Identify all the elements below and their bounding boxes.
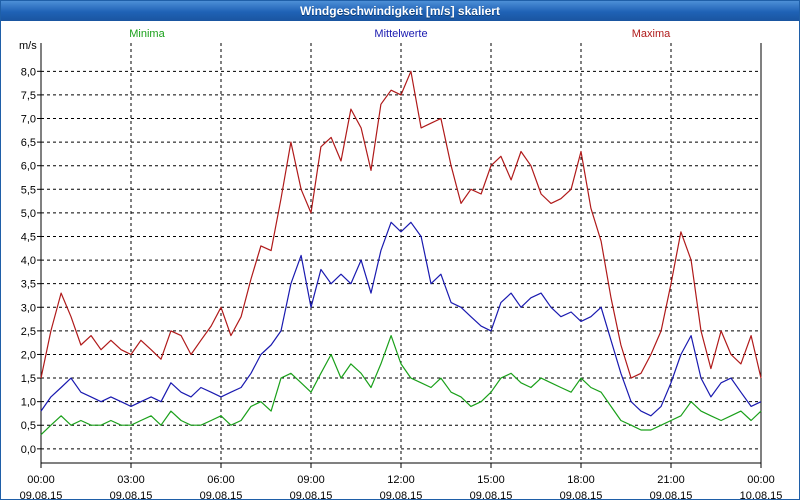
y-tick-label: 6,5	[21, 137, 36, 149]
x-tick-date: 09.08.15	[470, 490, 513, 499]
y-tick-label: 0,5	[21, 420, 36, 432]
y-tick-label: 4,5	[21, 231, 36, 243]
x-tick-time: 03:00	[117, 474, 145, 486]
x-tick-time: 15:00	[477, 474, 505, 486]
y-tick-label: 3,5	[21, 279, 36, 291]
y-tick-label: 8,0	[21, 66, 36, 78]
x-tick-date: 09.08.15	[20, 490, 63, 499]
x-tick-date: 09.08.15	[200, 490, 243, 499]
y-tick-label: 5,0	[21, 208, 36, 220]
x-tick-date: 10.08.15	[740, 490, 783, 499]
y-tick-label: 4,0	[21, 255, 36, 267]
x-tick-date: 09.08.15	[380, 490, 423, 499]
chart-window: Windgeschwindigkeit [m/s] skaliert 0,0 0,…	[0, 0, 800, 500]
x-tick-date: 09.08.15	[650, 490, 693, 499]
y-tick-label: 7,5	[21, 90, 36, 102]
y-tick-label: 5,5	[21, 184, 36, 196]
x-tick-time: 09:00	[297, 474, 325, 486]
x-tick-date: 09.08.15	[290, 490, 333, 499]
x-tick-time: 00:00	[27, 474, 55, 486]
x-tick-time: 18:00	[567, 474, 595, 486]
wind-speed-chart: 0,0 0,5 1,0 1,5 2,0 2,5 3,0 3,5 4,0 4,5 5,0 5,5 6,0 6…	[19, 28, 783, 499]
y-tick-label: 2,0	[21, 349, 36, 361]
x-tick-time: 21:00	[657, 474, 685, 486]
y-tick-label: 1,0	[21, 397, 36, 409]
y-tick-label: 2,5	[21, 326, 36, 338]
x-tick-date: 09.08.15	[560, 490, 603, 499]
x-tick-time: 06:00	[207, 474, 235, 486]
legend-mittelwerte: Mittelwerte	[374, 28, 427, 40]
x-tick-time: 12:00	[387, 474, 415, 486]
y-tick-label: 0,0	[21, 444, 36, 456]
y-tick-label: 6,0	[21, 161, 36, 173]
x-tick-date: 09.08.15	[110, 490, 153, 499]
y-axis-label: m/s	[19, 40, 37, 52]
x-tick-time: 00:00	[747, 474, 775, 486]
y-tick-label: 1,5	[21, 373, 36, 385]
y-tick-label: 3,0	[21, 302, 36, 314]
legend-minima: Minima	[129, 28, 165, 40]
window-title: Windgeschwindigkeit [m/s] skaliert	[1, 1, 799, 21]
legend-maxima: Maxima	[632, 28, 671, 40]
y-tick-label: 7,0	[21, 114, 36, 126]
